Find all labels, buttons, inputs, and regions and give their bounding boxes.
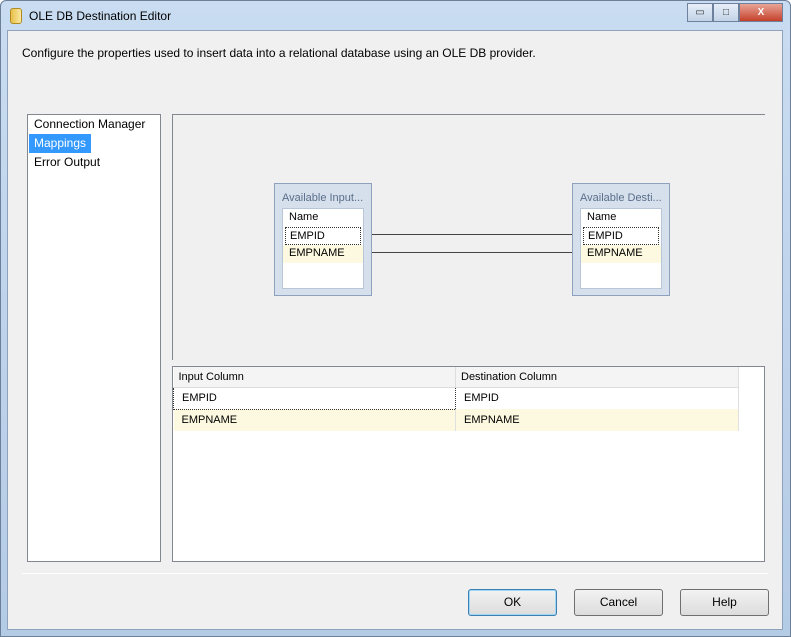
close-button[interactable]: X xyxy=(739,3,783,22)
page-list: Connection Manager Mappings Error Output xyxy=(27,114,161,562)
destination-column-empname[interactable]: EMPNAME xyxy=(581,245,661,263)
header-input-column: Input Column xyxy=(173,367,456,388)
description-text: Configure the properties used to insert … xyxy=(22,46,536,60)
available-destination-columns-box[interactable]: Available Desti... Name EMPID EMPNAME xyxy=(572,183,670,296)
destination-cell[interactable]: EMPID xyxy=(455,387,739,409)
column-header: Name xyxy=(289,211,319,223)
table-row[interactable]: EMPNAME EMPNAME xyxy=(173,409,739,431)
box-title: Available Desti... xyxy=(580,192,662,204)
divider xyxy=(22,573,768,574)
available-input-columns-box[interactable]: Available Input... Name EMPID EMPNAME xyxy=(274,183,372,296)
mapping-line-empid[interactable] xyxy=(372,234,572,235)
destination-cell[interactable]: EMPNAME xyxy=(455,409,739,431)
app-icon xyxy=(10,8,22,24)
nav-item-error-output[interactable]: Error Output xyxy=(29,153,105,172)
minimize-button[interactable]: ▭ xyxy=(687,3,713,22)
mapping-line-empname[interactable] xyxy=(372,252,572,253)
table-row[interactable]: EMPID EMPID xyxy=(173,386,739,410)
cancel-button[interactable]: Cancel xyxy=(574,589,663,616)
input-cell[interactable]: EMPNAME xyxy=(173,409,456,431)
window-title: OLE DB Destination Editor xyxy=(29,9,172,23)
nav-item-connection-manager[interactable]: Connection Manager xyxy=(29,115,150,134)
column-header: Name xyxy=(587,211,617,223)
maximize-button[interactable]: □ xyxy=(713,3,739,22)
box-title: Available Input... xyxy=(282,192,364,204)
help-button[interactable]: Help xyxy=(680,589,769,616)
nav-item-mappings[interactable]: Mappings xyxy=(29,134,92,153)
input-column-empid[interactable]: EMPID xyxy=(285,227,361,245)
destination-column-empid[interactable]: EMPID xyxy=(583,227,659,245)
mapping-grid: Input Column Destination Column EMPID EM… xyxy=(172,366,765,562)
input-column-empname[interactable]: EMPNAME xyxy=(283,245,363,263)
header-destination-column: Destination Column xyxy=(455,367,739,388)
mapping-diagram: Available Input... Name EMPID EMPNAME Av… xyxy=(172,114,765,360)
ok-button[interactable]: OK xyxy=(468,589,557,616)
input-cell[interactable]: EMPID xyxy=(173,386,456,410)
